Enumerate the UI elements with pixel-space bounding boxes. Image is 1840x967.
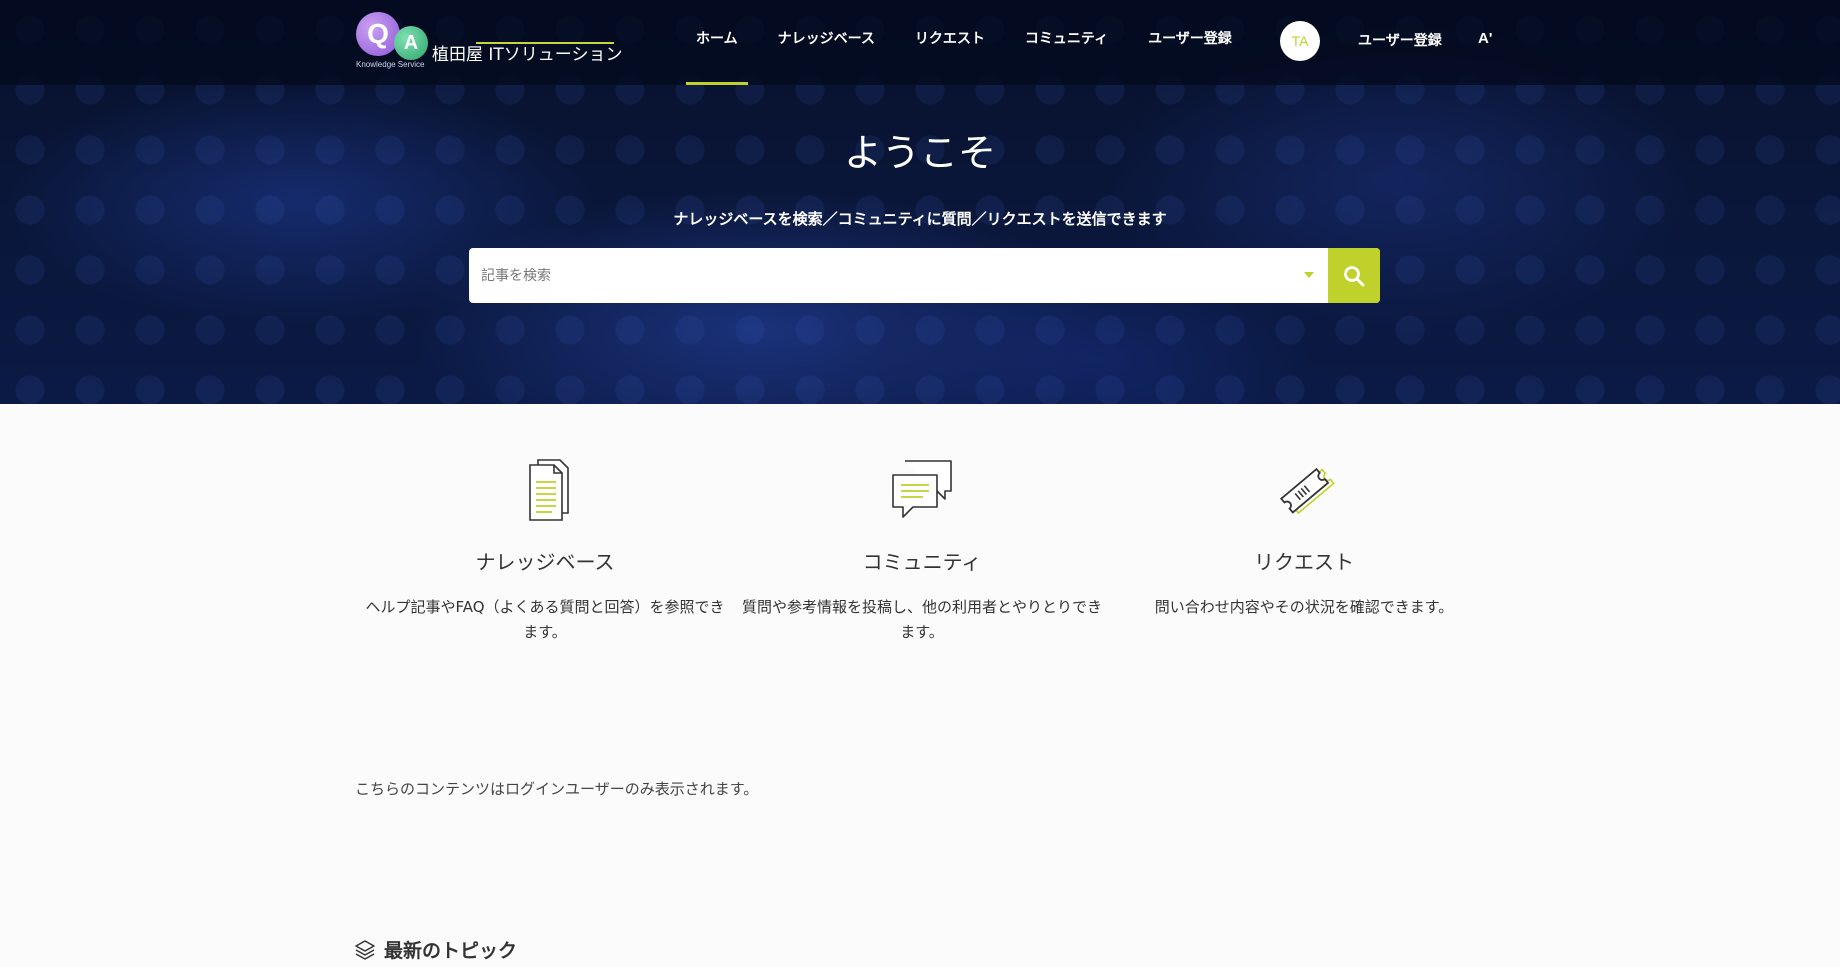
site-header: Q A Knowledge Service 植田屋 ITソリューション ホーム … bbox=[0, 0, 1840, 85]
feature-description: 問い合わせ内容やその状況を確認できます。 bbox=[1154, 598, 1454, 616]
latest-topics-heading: 最新のトピック bbox=[354, 936, 517, 963]
font-size-icon[interactable]: A' bbox=[1478, 30, 1492, 47]
documents-icon bbox=[529, 459, 569, 521]
logo-underline bbox=[476, 42, 614, 44]
feature-request[interactable]: リクエスト 問い合わせ内容やその状況を確認できます。 bbox=[1124, 455, 1484, 620]
logo-q-bubble: Q bbox=[356, 12, 400, 56]
hero-subtitle: ナレッジベースを検索／コミュニティに質問／リクエストを送信できます bbox=[673, 210, 1167, 228]
feature-knowledge-base[interactable]: ナレッジベース ヘルプ記事やFAQ（よくある質問と回答）を参照できます。 bbox=[365, 455, 725, 645]
feature-community[interactable]: コミュニティ 質問や参考情報を投稿し、他の利用者とやりとりできます。 bbox=[742, 455, 1102, 645]
search-icon bbox=[1344, 265, 1365, 286]
search-input[interactable] bbox=[469, 248, 1327, 303]
site-logo[interactable]: Q A Knowledge Service 植田屋 ITソリューション bbox=[356, 10, 622, 72]
main-nav: ホーム ナレッジベース リクエスト コミュニティ ユーザー登録 bbox=[676, 0, 1252, 85]
layers-icon bbox=[355, 939, 375, 960]
feature-title: ナレッジベース bbox=[475, 550, 615, 574]
chat-bubbles-icon bbox=[892, 460, 952, 518]
search-button[interactable] bbox=[1328, 248, 1380, 303]
latest-topics-label: 最新のトピック bbox=[384, 940, 518, 962]
nav-item-community[interactable]: コミュニティ bbox=[1005, 0, 1128, 85]
login-only-note: こちらのコンテンツはログインユーザーのみ表示されます。 bbox=[355, 780, 759, 798]
feature-title: リクエスト bbox=[1254, 550, 1354, 574]
user-register-link[interactable]: ユーザー登録 bbox=[1358, 30, 1442, 50]
nav-item-knowledge-base[interactable]: ナレッジベース bbox=[758, 0, 895, 85]
logo-tagline: Knowledge Service bbox=[356, 60, 425, 69]
user-avatar[interactable]: TA bbox=[1280, 21, 1320, 61]
nav-item-user-register[interactable]: ユーザー登録 bbox=[1128, 0, 1252, 85]
nav-item-request[interactable]: リクエスト bbox=[895, 0, 1005, 85]
hero-title: ようこそ bbox=[843, 131, 996, 175]
nav-item-home[interactable]: ホーム bbox=[676, 0, 758, 85]
feature-title: コミュニティ bbox=[862, 550, 982, 574]
feature-description: 質問や参考情報を投稿し、他の利用者とやりとりできます。 bbox=[742, 598, 1103, 641]
chevron-down-icon[interactable] bbox=[1304, 272, 1314, 278]
search-bar bbox=[469, 248, 1380, 303]
logo-a-bubble: A bbox=[394, 26, 428, 60]
feature-description: ヘルプ記事やFAQ（よくある質問と回答）を参照できます。 bbox=[365, 598, 725, 641]
ticket-icon bbox=[1279, 467, 1335, 515]
